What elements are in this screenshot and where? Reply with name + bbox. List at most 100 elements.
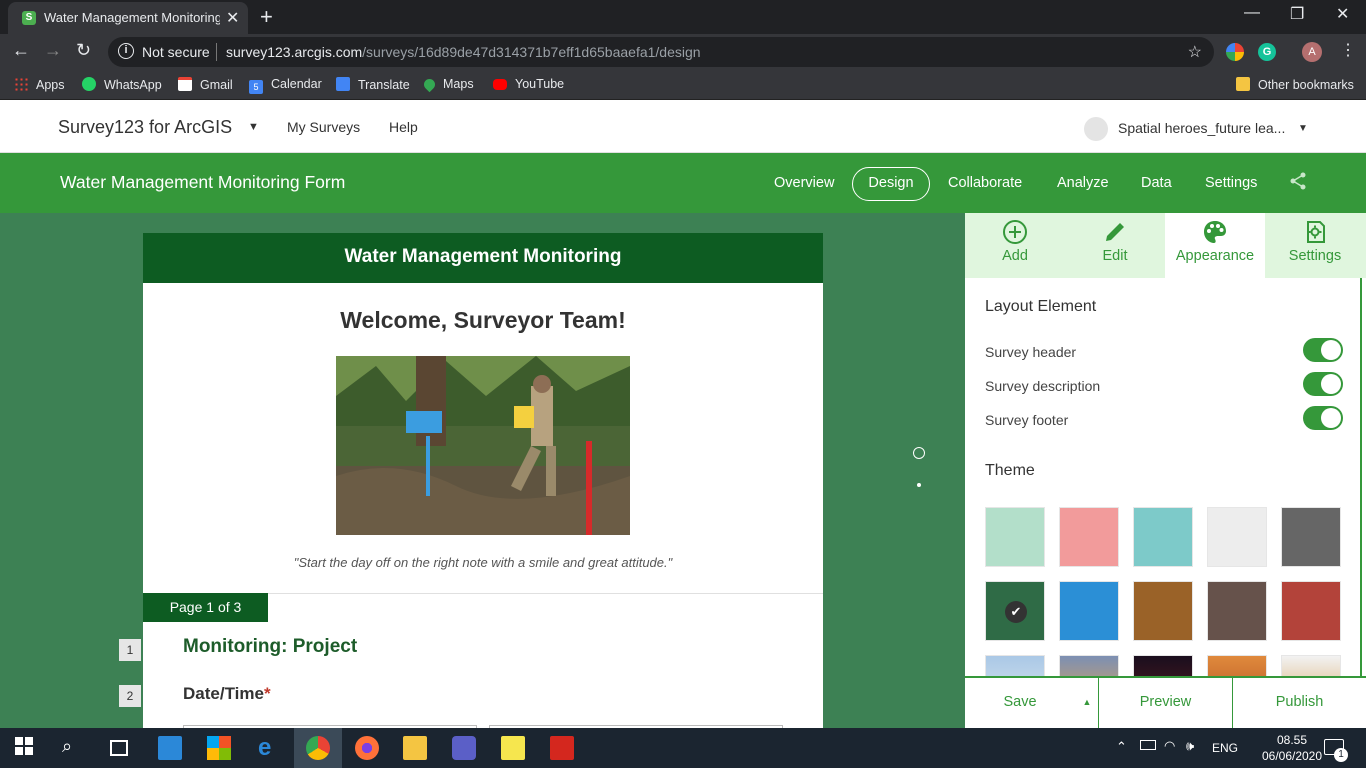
- chevron-down-icon[interactable]: ▼: [1298, 123, 1308, 134]
- bookmark-translate[interactable]: Translate: [336, 77, 410, 92]
- theme-image-swatch[interactable]: [1059, 655, 1119, 676]
- user-name[interactable]: Spatial heroes_future lea...: [1118, 120, 1285, 136]
- chevron-down-icon[interactable]: ▼: [248, 121, 259, 133]
- clock-time[interactable]: 08.55: [1262, 733, 1322, 747]
- color-extension-icon[interactable]: [1226, 43, 1244, 61]
- my-surveys-link[interactable]: My Surveys: [287, 119, 360, 135]
- theme-swatch[interactable]: [1207, 581, 1267, 641]
- close-tab-icon[interactable]: ✕: [226, 8, 239, 28]
- tab-overview[interactable]: Overview: [774, 175, 834, 191]
- edge-icon[interactable]: e: [258, 736, 282, 760]
- surveyor-photo: [336, 356, 630, 535]
- search-icon[interactable]: ⌕: [62, 736, 86, 760]
- theme-swatch[interactable]: [1133, 507, 1193, 567]
- layout-element-heading: Layout Element: [985, 298, 1097, 315]
- document-gear-icon: [1307, 221, 1325, 243]
- form-welcome-heading[interactable]: Welcome, Surveyor Team!: [143, 307, 823, 334]
- theme-swatch[interactable]: [1133, 581, 1193, 641]
- panel-tab-appearance[interactable]: Appearance: [1165, 213, 1265, 278]
- bookmark-whatsapp[interactable]: WhatsApp: [82, 77, 162, 92]
- save-options-caret-icon[interactable]: ▲: [1075, 678, 1099, 730]
- form-header[interactable]: Water Management Monitoring: [143, 233, 823, 283]
- mail-icon[interactable]: [158, 736, 182, 760]
- app-brand[interactable]: Survey123 for ArcGIS: [58, 117, 232, 138]
- chrome-icon[interactable]: [306, 736, 330, 760]
- wifi-icon[interactable]: ◠: [1164, 738, 1175, 754]
- bookmark-label: WhatsApp: [104, 78, 162, 92]
- language-indicator[interactable]: ENG: [1212, 741, 1238, 755]
- forward-arrow-icon[interactable]: →: [44, 40, 62, 61]
- pencil-icon: [1106, 223, 1124, 241]
- survey-header-row: Survey header: [985, 338, 1345, 364]
- windows-start-icon[interactable]: [14, 736, 38, 760]
- theme-swatch[interactable]: [1059, 507, 1119, 567]
- bookmark-label: YouTube: [515, 77, 565, 91]
- question-title[interactable]: Date/Time*: [183, 684, 271, 704]
- restore-icon[interactable]: ❐: [1290, 4, 1304, 24]
- profile-avatar[interactable]: A: [1302, 42, 1322, 62]
- tab-analyze[interactable]: Analyze: [1057, 175, 1109, 191]
- teams-icon[interactable]: [452, 736, 476, 760]
- panel-tab-edit[interactable]: Edit: [1065, 213, 1165, 278]
- resize-handle[interactable]: [917, 483, 921, 487]
- acrobat-icon[interactable]: [550, 736, 574, 760]
- bookmark-youtube[interactable]: YouTube: [493, 77, 564, 91]
- reload-icon[interactable]: ↻: [76, 40, 91, 61]
- user-avatar[interactable]: [1084, 117, 1108, 141]
- resize-handle[interactable]: [913, 447, 925, 459]
- panel-tab-add[interactable]: Add: [965, 213, 1065, 278]
- window-close-icon[interactable]: ✕: [1336, 4, 1349, 24]
- help-link[interactable]: Help: [389, 119, 418, 135]
- save-button[interactable]: Save: [965, 678, 1075, 730]
- tab-data[interactable]: Data: [1141, 175, 1172, 191]
- bookmark-apps[interactable]: Apps: [14, 77, 65, 92]
- theme-swatch[interactable]: [1207, 507, 1267, 567]
- back-arrow-icon[interactable]: ←: [12, 40, 30, 61]
- firefox-icon[interactable]: [355, 736, 379, 760]
- theme-swatch[interactable]: ✔: [985, 581, 1045, 641]
- info-icon[interactable]: i: [118, 43, 134, 59]
- survey-description-toggle[interactable]: [1303, 372, 1343, 396]
- theme-swatch[interactable]: [985, 507, 1045, 567]
- survey-footer-toggle[interactable]: [1303, 406, 1343, 430]
- panel-tab-label: Appearance: [1175, 248, 1255, 264]
- clock-date[interactable]: 06/06/2020: [1252, 749, 1332, 763]
- form-preview: Water Management Monitoring Welcome, Sur…: [143, 233, 823, 728]
- url-path: /surveys/16d89de47d314371b7eff1d65baaefa…: [362, 44, 701, 60]
- theme-image-swatch[interactable]: [985, 655, 1045, 676]
- theme-swatch[interactable]: [1281, 507, 1341, 567]
- theme-heading: Theme: [985, 462, 1035, 479]
- browser-tab[interactable]: S Water Management Monitoring F ✕: [8, 2, 248, 34]
- address-bar[interactable]: i Not secure survey123.arcgis.com/survey…: [108, 37, 1214, 67]
- question-title[interactable]: Monitoring: Project: [183, 636, 357, 658]
- task-view-icon[interactable]: [110, 740, 128, 756]
- store-icon[interactable]: [207, 736, 231, 760]
- theme-image-swatch[interactable]: [1133, 655, 1193, 676]
- preview-button[interactable]: Preview: [1099, 678, 1232, 730]
- chrome-menu-icon[interactable]: ⋮: [1340, 40, 1356, 60]
- panel-tab-settings[interactable]: Settings: [1265, 213, 1365, 278]
- bookmark-maps[interactable]: Maps: [421, 76, 474, 93]
- bookmark-gmail[interactable]: Gmail: [178, 77, 233, 92]
- theme-image-swatch[interactable]: [1281, 655, 1341, 676]
- survey-header-toggle[interactable]: [1303, 338, 1343, 362]
- theme-swatch[interactable]: [1059, 581, 1119, 641]
- volume-icon[interactable]: 🕪: [1186, 738, 1194, 754]
- minimize-icon[interactable]: —: [1244, 4, 1260, 22]
- tab-collaborate[interactable]: Collaborate: [948, 175, 1022, 191]
- chevron-up-icon[interactable]: ⌃: [1116, 739, 1127, 755]
- share-icon[interactable]: [1288, 171, 1308, 196]
- bookmark-calendar[interactable]: 5 Calendar: [249, 77, 322, 94]
- battery-icon[interactable]: [1140, 740, 1156, 750]
- file-explorer-icon[interactable]: [403, 736, 427, 760]
- theme-image-swatch[interactable]: [1207, 655, 1267, 676]
- grammarly-icon[interactable]: G: [1258, 43, 1276, 61]
- new-tab-icon[interactable]: +: [260, 4, 273, 30]
- publish-button[interactable]: Publish: [1233, 678, 1366, 730]
- bookmark-star-icon[interactable]: ☆: [1188, 42, 1202, 62]
- theme-swatch[interactable]: [1281, 581, 1341, 641]
- other-bookmarks[interactable]: Other bookmarks: [1236, 77, 1354, 92]
- tab-design[interactable]: Design: [852, 167, 930, 201]
- sticky-notes-icon[interactable]: [501, 736, 525, 760]
- tab-settings[interactable]: Settings: [1205, 175, 1257, 191]
